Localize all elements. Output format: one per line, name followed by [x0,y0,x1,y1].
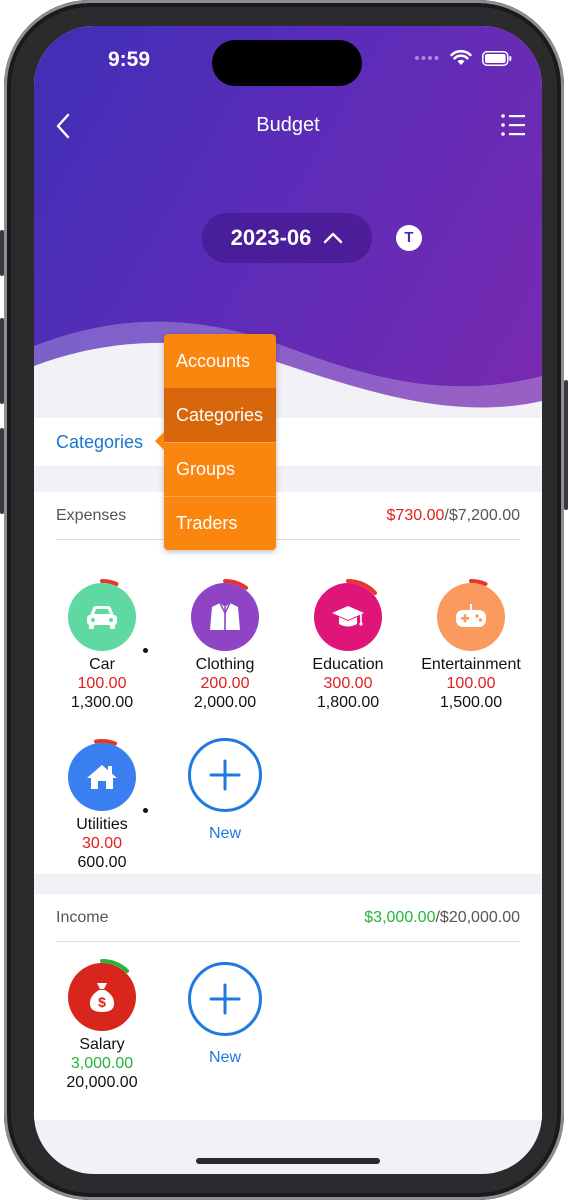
category-entertainment[interactable]: Entertainment 100.00 1,500.00 [411,578,531,718]
selected-dot [143,808,148,813]
income-used: $3,000.00 [364,908,436,926]
money-bag-icon: $ [68,963,136,1031]
volume-down-button [0,428,4,514]
category-salary[interactable]: $ Salary 3,000.00 20,000.00 [42,958,162,1098]
category-clothing[interactable]: Clothing 200.00 2,000.00 [165,578,285,718]
add-icon[interactable] [188,962,262,1036]
power-button [564,380,568,510]
view-selector-bar[interactable]: Categories [34,418,542,466]
income-total: /$20,000.00 [435,908,520,926]
status-icons [414,50,512,66]
expenses-header: Expenses $730.00/$7,200.00 [56,492,520,540]
status-time: 9:59 [107,48,151,71]
today-button[interactable]: T [396,225,422,251]
category-name: Car [89,656,115,673]
graduation-cap-icon [314,583,382,651]
volume-up-button [0,318,4,404]
category-spent: 100.00 [446,675,496,692]
new-income-category[interactable]: New [165,962,285,1082]
category-budget: 600.00 [77,854,127,871]
expenses-title: Expenses [56,506,127,524]
popover-arrow [155,432,164,450]
menu-item-accounts[interactable]: Accounts [164,334,276,388]
car-icon [68,583,136,651]
category-spent: 200.00 [200,675,250,692]
house-icon [68,743,136,811]
category-name: Utilities [76,816,128,833]
wave-decoration [34,321,542,426]
category-received: 3,000.00 [70,1055,134,1072]
dynamic-island [212,40,362,86]
category-spent: 300.00 [323,675,373,692]
menu-item-traders[interactable]: Traders [164,496,276,550]
selected-dot [143,648,148,653]
category-name: Entertainment [421,656,521,673]
income-totals: $3,000.00/$20,000.00 [364,909,520,927]
category-education[interactable]: Education 300.00 1,800.00 [288,578,408,718]
new-expense-category[interactable]: New [165,738,285,858]
category-car[interactable]: Car 100.00 1,300.00 [42,578,162,718]
category-budget: 2,000.00 [193,694,257,711]
expenses-totals: $730.00/$7,200.00 [387,507,520,525]
category-name: Education [312,656,384,673]
category-budget: 1,500.00 [439,694,503,711]
month-label: 2023-06 [230,225,312,250]
expenses-used: $730.00 [386,506,445,524]
category-spent: 100.00 [77,675,127,692]
income-title: Income [56,908,109,926]
action-button [0,230,4,276]
category-budget: 1,800.00 [316,694,380,711]
cellular-signal-icon [415,56,439,60]
jacket-icon [191,583,259,651]
menu-item-categories[interactable]: Categories [164,388,276,442]
add-icon[interactable] [188,738,262,812]
new-label: New [208,1049,241,1066]
category-budget: 20,000.00 [66,1074,138,1091]
category-name: Clothing [195,656,255,673]
month-selector[interactable]: 2023-06 [202,213,372,263]
svg-text:$: $ [98,994,106,1010]
category-spent: 30.00 [81,835,123,852]
menu-item-groups[interactable]: Groups [164,442,276,496]
phone-frame: 9:59 Budget 2023-06 T Categories Expense… [0,0,568,1200]
list-menu-icon[interactable] [500,112,526,138]
view-popover-menu: Accounts Categories Groups Traders [155,334,276,550]
view-selector-label[interactable]: Categories [56,432,143,453]
gamepad-icon [437,583,505,651]
expenses-card: Expenses $730.00/$7,200.00 Car 100.00 1,… [34,492,542,874]
screen: 9:59 Budget 2023-06 T Categories Expense… [34,26,542,1174]
income-header: Income $3,000.00/$20,000.00 [56,894,520,942]
wifi-icon [450,50,472,65]
page-title: Budget [256,114,320,136]
expenses-total: /$7,200.00 [444,506,520,524]
new-label: New [208,825,241,842]
category-utilities[interactable]: Utilities 30.00 600.00 [42,738,162,878]
battery-icon [482,50,512,66]
income-card: Income $3,000.00/$20,000.00 $ Salary 3,0… [34,894,542,1120]
category-name: Salary [79,1036,125,1053]
home-indicator[interactable] [196,1158,380,1164]
category-budget: 1,300.00 [70,694,134,711]
chevron-up-icon [324,232,343,244]
